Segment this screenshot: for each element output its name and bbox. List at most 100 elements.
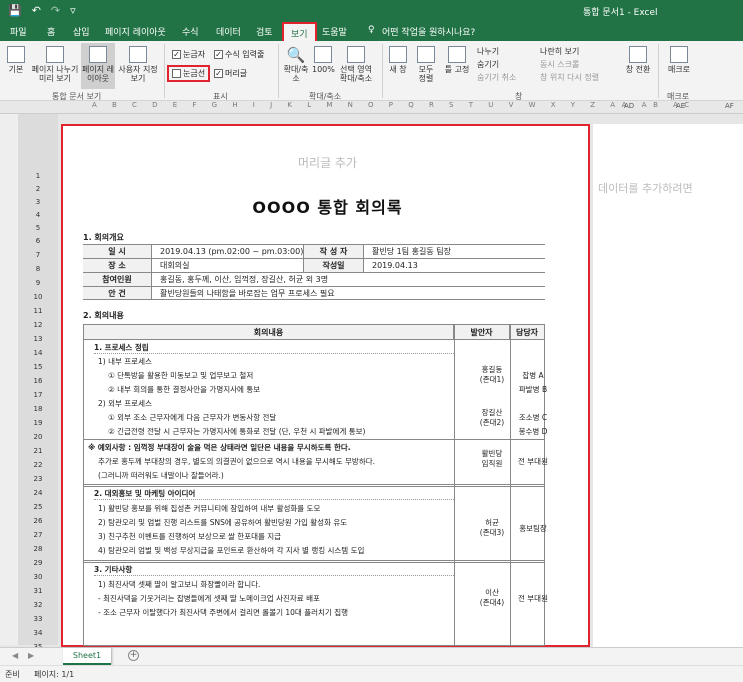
content-line[interactable]: ② 긴급전령 전달 시 근무자는 가명지사에 통화로 전달 (단, 우천 시 파… bbox=[108, 426, 365, 437]
undo-icon[interactable]: ↶ bbox=[32, 4, 41, 17]
prev-sheet-icon[interactable]: ◀ bbox=[12, 651, 18, 660]
formula-bar-checkbox[interactable]: ✓ 수식 입력줄 bbox=[214, 49, 264, 60]
tab-formulas[interactable]: 수식 bbox=[182, 25, 199, 38]
reset-window-position-button[interactable]: 창 위치 다시 정렬 bbox=[540, 72, 599, 83]
section-title[interactable]: 1. 프로세스 정립 bbox=[94, 342, 149, 353]
row-header[interactable]: 20 bbox=[18, 433, 58, 441]
content-line[interactable]: ① 단톡방을 활용한 미동보고 및 업무보고 철저 bbox=[108, 370, 253, 381]
split-button[interactable]: 나누기 bbox=[477, 46, 499, 57]
customize-qat-icon[interactable]: ▿ bbox=[70, 4, 76, 17]
section-title[interactable]: 2. 대외홍보 및 마케팅 아이디어 bbox=[94, 488, 195, 499]
written-value[interactable]: 2019.04.13 bbox=[363, 259, 545, 272]
col-content-header[interactable]: 회의내용 bbox=[84, 325, 454, 339]
page-break-preview-button[interactable]: 페이지 나누기 미리 보기 bbox=[31, 46, 79, 83]
row-header[interactable]: 9 bbox=[18, 279, 58, 287]
row-header[interactable]: 7 bbox=[18, 251, 58, 259]
column-header-af[interactable]: AF bbox=[725, 102, 734, 110]
place-value[interactable]: 대회의실 bbox=[151, 259, 303, 272]
tab-view[interactable]: 보기 bbox=[282, 22, 317, 41]
page-layout-view-button[interactable]: 페이지 레이아웃 bbox=[81, 43, 115, 89]
owner-cell[interactable]: 전 부대원 bbox=[507, 456, 559, 467]
sync-scroll-button[interactable]: 동시 스크롤 bbox=[540, 59, 579, 70]
freeze-panes-button[interactable]: 틀 고정 bbox=[442, 46, 472, 74]
row-header[interactable]: 5 bbox=[18, 224, 58, 232]
unhide-button[interactable]: 숨기기 취소 bbox=[477, 72, 516, 83]
row-header[interactable]: 21 bbox=[18, 447, 58, 455]
row-header[interactable]: 11 bbox=[18, 307, 58, 315]
row-header[interactable]: 18 bbox=[18, 405, 58, 413]
date-label[interactable]: 일 시 bbox=[83, 245, 151, 258]
row-header[interactable]: 12 bbox=[18, 321, 58, 329]
date-value[interactable]: 2019.04.13 (pm.02:00 ~ pm.03:00) bbox=[151, 245, 303, 258]
owner-cell[interactable]: 봉수병 D bbox=[507, 426, 559, 437]
row-header[interactable]: 29 bbox=[18, 559, 58, 567]
row-header[interactable]: 14 bbox=[18, 349, 58, 357]
tab-page-layout[interactable]: 페이지 레이아웃 bbox=[105, 25, 166, 38]
tab-home[interactable]: 홈 bbox=[47, 25, 55, 38]
row-header[interactable]: 19 bbox=[18, 419, 58, 427]
redo-icon[interactable]: ↷ bbox=[51, 4, 60, 17]
ruler-checkbox[interactable]: ✓ 눈금자 bbox=[172, 49, 205, 60]
switch-windows-button[interactable]: 창 전환 bbox=[624, 46, 652, 74]
macros-button[interactable]: 매크로 bbox=[665, 46, 693, 74]
next-page-area[interactable] bbox=[593, 124, 743, 647]
content-line[interactable]: 1) 내부 프로세스 bbox=[98, 356, 152, 367]
hide-button[interactable]: 숨기기 bbox=[477, 59, 499, 70]
content-line[interactable]: 1) 활빈당 홍보를 위해 집성촌 커뮤니티에 잠입하여 내부 활성화를 도모 bbox=[98, 503, 320, 514]
overview-heading[interactable]: 1. 회의개요 bbox=[83, 232, 124, 243]
content-line[interactable]: - 최진사댁을 기웃거리는 잡병들에게 셋째 딸 노메이크업 사진자료 배포 bbox=[98, 593, 320, 604]
content-line[interactable]: 1) 최진사댁 셋째 딸이 알고보니 화장빨이라 합니다. bbox=[98, 579, 260, 590]
tab-help[interactable]: 도움말 bbox=[322, 25, 347, 38]
row-header[interactable]: 27 bbox=[18, 531, 58, 539]
owner-cell[interactable]: 파발병 B bbox=[507, 384, 559, 395]
new-window-button[interactable]: 새 창 bbox=[387, 46, 409, 74]
zoom-button[interactable]: 🔍 확대/축소 bbox=[283, 46, 309, 83]
tab-data[interactable]: 데이터 bbox=[216, 25, 241, 38]
arrange-all-button[interactable]: 모두 정렬 bbox=[414, 46, 438, 83]
row-header[interactable]: 25 bbox=[18, 503, 58, 511]
document-title[interactable]: OOOO 통합 회의록 bbox=[63, 194, 592, 218]
exception-note[interactable]: (그러니까 떠러워도 내말이나 잘들어라.) bbox=[98, 470, 224, 481]
content-line[interactable]: ② 내부 회의를 통한 결정사안을 가명지사에 통보 bbox=[108, 384, 260, 395]
content-line[interactable]: - 조소 근무자 이탈했다가 최진사댁 주변에서 걸리면 롤볼기 10대 플러치… bbox=[98, 607, 348, 618]
content-heading[interactable]: 2. 회의내용 bbox=[83, 310, 124, 321]
attendees-value[interactable]: 홍길동, 홍두께, 이산, 임꺽정, 장길산, 허균 외 3명 bbox=[151, 273, 545, 286]
owner-cell[interactable]: 조소병 C bbox=[507, 412, 559, 423]
row-header[interactable]: 8 bbox=[18, 265, 58, 273]
next-sheet-icon[interactable]: ▶ bbox=[28, 651, 34, 660]
row-header[interactable]: 26 bbox=[18, 517, 58, 525]
row-header[interactable]: 28 bbox=[18, 545, 58, 553]
content-line[interactable]: 4) 탐관오리 엄벌 및 백성 무상지급을 포인트로 환산하여 각 지사 별 랭… bbox=[98, 545, 364, 556]
row-header[interactable]: 34 bbox=[18, 629, 58, 637]
owner-cell[interactable]: 잡병 A bbox=[507, 370, 559, 381]
owner-cell[interactable]: 전 부대원 bbox=[507, 593, 559, 604]
place-label[interactable]: 장 소 bbox=[83, 259, 151, 272]
row-header[interactable]: 24 bbox=[18, 489, 58, 497]
row-header[interactable]: 23 bbox=[18, 475, 58, 483]
row-header[interactable]: 1 bbox=[18, 172, 58, 180]
exception-note[interactable]: 추가로 홍두께 부대장의 경우, 별도의 의결권이 없으므로 역시 내용을 무시… bbox=[98, 456, 375, 467]
tab-review[interactable]: 검토 bbox=[256, 25, 273, 38]
row-header[interactable]: 22 bbox=[18, 461, 58, 469]
author-label[interactable]: 작 성 자 bbox=[303, 245, 363, 258]
column-header-ae[interactable]: AE bbox=[676, 102, 685, 110]
row-header[interactable]: 4 bbox=[18, 211, 58, 219]
content-line[interactable]: 3) 친구추천 이벤트를 진행하여 보상으로 쌀 한포대를 지급 bbox=[98, 531, 281, 542]
gridlines-checkbox[interactable]: 눈금선 bbox=[167, 65, 211, 82]
owner-cell[interactable]: 홍보팀장 bbox=[507, 523, 559, 534]
row-header[interactable]: 6 bbox=[18, 237, 58, 245]
agenda-label[interactable]: 안 건 bbox=[83, 287, 151, 299]
save-icon[interactable]: 💾 bbox=[8, 4, 22, 17]
row-header[interactable]: 30 bbox=[18, 573, 58, 581]
tab-file[interactable]: 파일 bbox=[10, 25, 27, 38]
row-header[interactable]: 2 bbox=[18, 185, 58, 193]
exception-note[interactable]: ※ 예외사항 : 임꺽정 부대장이 술을 먹은 상태라면 일단은 내용을 무시하… bbox=[88, 442, 351, 453]
content-line[interactable]: 2) 탐관오리 및 엄벌 진행 리스트를 SNS에 공유하여 활빈당원 가입 활… bbox=[98, 517, 347, 528]
tab-insert[interactable]: 삽입 bbox=[73, 25, 90, 38]
content-line[interactable]: ① 외부 조소 근무자에게 다음 근무자가 변동사항 전달 bbox=[108, 412, 276, 423]
add-sheet-icon[interactable]: + bbox=[128, 650, 139, 661]
row-header[interactable]: 31 bbox=[18, 587, 58, 595]
content-line[interactable]: 2) 외부 프로세스 bbox=[98, 398, 152, 409]
col-proposer-header[interactable]: 발안자 bbox=[454, 325, 510, 339]
view-side-by-side-button[interactable]: 나란히 보기 bbox=[540, 46, 579, 57]
